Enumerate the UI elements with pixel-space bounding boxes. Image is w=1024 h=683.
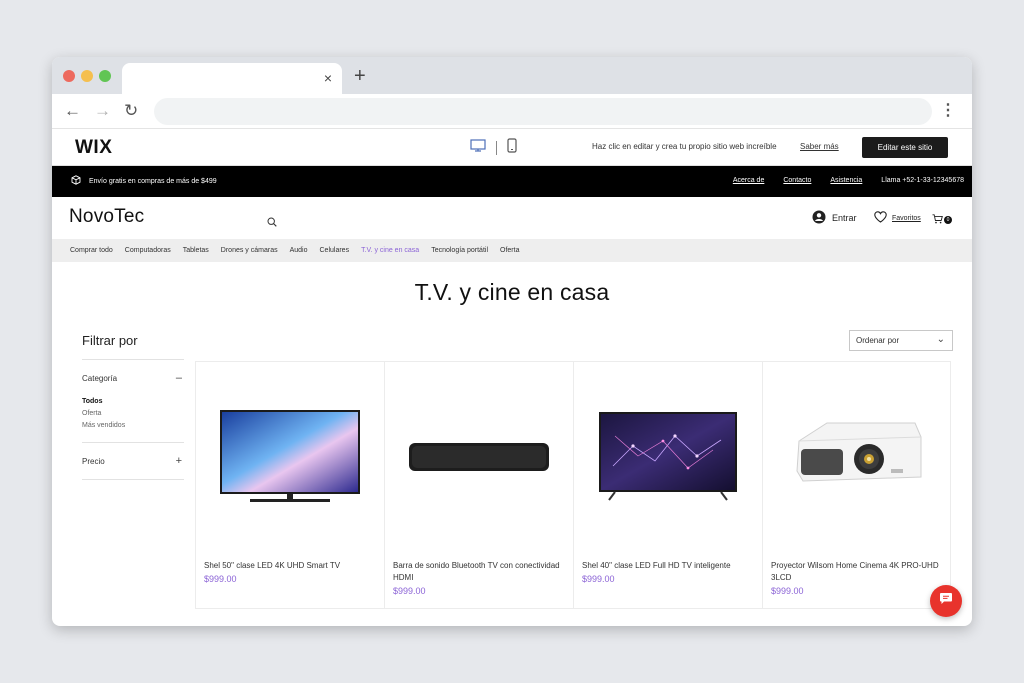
browser-tab[interactable]: × (122, 63, 342, 94)
product-image[interactable] (385, 362, 573, 550)
product-card[interactable]: Shel 40" clase LED Full HD TV inteligent… (573, 361, 762, 609)
shipping-text: Envío gratis en compras de más de $499 (89, 177, 217, 185)
sort-dropdown[interactable]: Ordenar por ⌄ (849, 330, 953, 351)
category-nav-item[interactable]: T.V. y cine en casa (361, 247, 419, 254)
category-filter-label: Categoría (82, 373, 118, 383)
product-card[interactable]: Barra de sonido Bluetooth TV con conecti… (384, 361, 573, 609)
cart-icon (932, 211, 943, 229)
back-arrow-icon[interactable]: ← (64, 101, 81, 121)
new-tab-button[interactable]: + (354, 66, 366, 86)
product-card[interactable]: Shel 50" clase LED 4K UHD Smart TV $999.… (195, 361, 384, 609)
product-name[interactable]: Proyector Wilsom Home Cinema 4K PRO-UHD … (771, 560, 941, 584)
product-card[interactable]: Proyector Wilsom Home Cinema 4K PRO-UHD … (762, 361, 951, 609)
divider (82, 479, 184, 480)
promo-bar: Envío gratis en compras de más de $499 A… (52, 166, 972, 197)
category-nav-item[interactable]: Tabletas (183, 247, 209, 254)
product-image[interactable] (196, 362, 384, 550)
login-button[interactable]: Entrar (812, 210, 857, 226)
phone-text: Llama +52-1-33-12345678 (881, 177, 964, 184)
browser-toolbar: ← → ↻ ⋮ (52, 94, 972, 129)
shipping-notice: Envío gratis en compras de más de $499 (71, 175, 217, 187)
cart-count-badge: 0 (944, 216, 952, 224)
category-filter-toggle[interactable]: Categoría – (82, 360, 184, 396)
user-icon (812, 210, 826, 226)
desktop-view-icon[interactable] (470, 139, 486, 157)
sort-label: Ordenar por (856, 336, 900, 345)
category-options: Todos Oferta Más vendidos (82, 396, 184, 442)
support-link[interactable]: Asistencia (830, 177, 862, 184)
price-filter-label: Precio (82, 456, 105, 466)
address-bar[interactable] (154, 98, 932, 125)
heart-icon (874, 211, 887, 225)
contact-link[interactable]: Contacto (783, 177, 811, 184)
mobile-view-icon[interactable] (507, 138, 517, 158)
device-switcher (470, 138, 517, 158)
favorites-label: Favoritos (892, 214, 921, 222)
product-price: $999.00 (393, 586, 426, 596)
product-grid: Shel 50" clase LED 4K UHD Smart TV $999.… (195, 361, 952, 609)
browser-menu-icon[interactable]: ⋮ (940, 101, 956, 121)
wix-logo[interactable]: WIX (75, 137, 112, 159)
category-nav-item[interactable]: Oferta (500, 247, 519, 254)
projector-icon (795, 422, 921, 482)
box-icon (71, 175, 81, 187)
browser-window: × + ← → ↻ ⋮ WIX Haz clic en editar y cre… (52, 57, 972, 626)
product-name[interactable]: Shel 50" clase LED 4K UHD Smart TV (204, 560, 374, 572)
device-divider (496, 141, 497, 155)
product-image[interactable] (763, 362, 950, 550)
category-nav-item[interactable]: Celulares (320, 247, 350, 254)
favorites-link[interactable]: Favoritos (874, 211, 921, 225)
filter-option-todos[interactable]: Todos (82, 396, 184, 408)
chevron-down-icon: ⌄ (936, 334, 945, 345)
price-filter-toggle[interactable]: Precio + (82, 443, 184, 479)
collapse-icon: – (175, 372, 182, 384)
wix-message: Haz clic en editar y crea tu propio siti… (592, 142, 777, 151)
tab-strip: × + (52, 57, 972, 94)
login-label: Entrar (832, 213, 857, 223)
expand-icon: + (175, 455, 182, 467)
close-window-button[interactable] (63, 70, 75, 82)
page-title: T.V. y cine en casa (414, 279, 610, 305)
product-name[interactable]: Shel 40" clase LED Full HD TV inteligent… (582, 560, 752, 572)
chat-button[interactable] (930, 585, 962, 617)
cart-button[interactable]: 0 (932, 211, 952, 229)
filter-option-mas-vendidos[interactable]: Más vendidos (82, 420, 184, 432)
soundbar-icon (409, 443, 549, 471)
chat-icon (939, 592, 953, 610)
product-price: $999.00 (204, 574, 237, 584)
category-nav-item[interactable]: Computadoras (125, 247, 171, 254)
product-price: $999.00 (771, 586, 804, 596)
filter-option-oferta[interactable]: Oferta (82, 408, 184, 420)
category-nav-item[interactable]: Comprar todo (70, 247, 113, 254)
tv-icon (220, 410, 360, 502)
forward-arrow-icon[interactable]: → (94, 101, 111, 121)
learn-more-link[interactable]: Saber más (800, 142, 839, 151)
edit-site-button[interactable]: Editar este sitio (862, 137, 948, 158)
product-price: $999.00 (582, 574, 615, 584)
close-tab-icon[interactable]: × (324, 69, 332, 87)
product-name[interactable]: Barra de sonido Bluetooth TV con conecti… (393, 560, 563, 584)
reload-icon[interactable]: ↻ (124, 101, 138, 121)
filter-title: Filtrar por (82, 333, 138, 348)
maximize-window-button[interactable] (99, 70, 111, 82)
wix-banner: WIX Haz clic en editar y crea tu propio … (52, 129, 972, 166)
category-nav: Comprar todo Computadoras Tabletas Drones y… (52, 239, 972, 262)
store-header: NovoTec Entrar Favoritos 0 (52, 197, 972, 239)
product-image[interactable] (574, 362, 762, 550)
tv-icon (599, 412, 737, 501)
category-nav-item[interactable]: Drones y cámaras (221, 247, 278, 254)
search-icon[interactable] (267, 214, 277, 232)
info-links: Acerca de Contacto Asistencia Llama +52-… (733, 177, 964, 184)
category-nav-item[interactable]: Audio (290, 247, 308, 254)
about-link[interactable]: Acerca de (733, 177, 765, 184)
filter-panel: Categoría – Todos Oferta Más vendidos Pr… (82, 359, 184, 480)
category-nav-item[interactable]: Tecnología portátil (431, 247, 488, 254)
store-logo[interactable]: NovoTec (69, 206, 144, 228)
minimize-window-button[interactable] (81, 70, 93, 82)
